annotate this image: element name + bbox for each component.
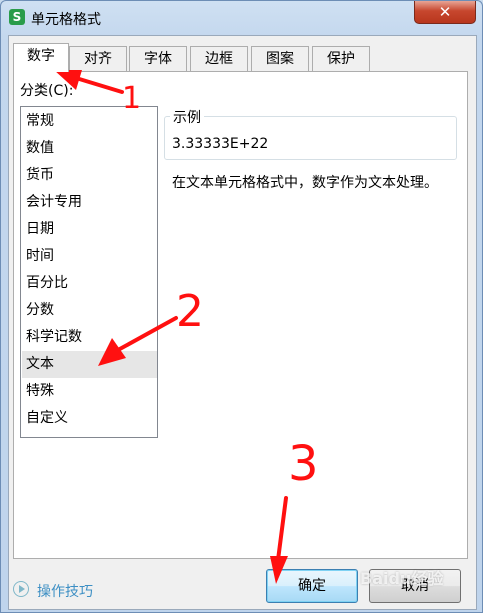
category-item[interactable]: 特殊 <box>22 378 157 405</box>
category-item[interactable]: 时间 <box>22 243 157 270</box>
sample-value: 3.33333E+22 <box>172 136 269 152</box>
category-label: 分类(C): <box>20 83 74 99</box>
title-bar: S 单元格格式 ✕ <box>1 1 482 35</box>
tab-pattern[interactable]: 图案 <box>251 46 309 71</box>
format-cells-dialog: S 单元格格式 ✕ 数字 对齐 字体 边框 图案 保护 分类(C): 常规 数值… <box>0 0 483 613</box>
category-item-selected[interactable]: 文本 <box>22 351 157 378</box>
sample-legend: 示例 <box>170 107 204 127</box>
dialog-title: 单元格格式 <box>31 12 101 28</box>
category-item[interactable]: 数值 <box>22 135 157 162</box>
watermark-logo: Baidu经验 <box>360 569 444 588</box>
category-list[interactable]: 常规 数值 货币 会计专用 日期 时间 百分比 分数 科学记数 文本 特殊 自定… <box>20 106 158 438</box>
tab-number[interactable]: 数字 <box>13 43 69 72</box>
dialog-body: 数字 对齐 字体 边框 图案 保护 分类(C): 常规 数值 货币 会计专用 日… <box>8 35 477 610</box>
tab-border[interactable]: 边框 <box>190 46 248 71</box>
number-tab-panel: 分类(C): 常规 数值 货币 会计专用 日期 时间 百分比 分数 科学记数 文… <box>13 71 468 559</box>
category-item[interactable]: 日期 <box>22 216 157 243</box>
app-icon: S <box>9 9 25 25</box>
category-item[interactable]: 自定义 <box>22 405 157 432</box>
category-item[interactable]: 科学记数 <box>22 324 157 351</box>
category-item[interactable]: 百分比 <box>22 270 157 297</box>
close-button[interactable]: ✕ <box>414 1 476 24</box>
category-item[interactable]: 会计专用 <box>22 189 157 216</box>
tab-alignment[interactable]: 对齐 <box>69 46 127 71</box>
ok-button[interactable]: 确定 <box>266 569 358 603</box>
tab-protection[interactable]: 保护 <box>312 46 370 71</box>
tips-link[interactable]: 操作技巧 <box>37 581 93 601</box>
tab-font[interactable]: 字体 <box>129 46 187 71</box>
format-description: 在文本单元格格式中，数字作为文本处理。 <box>172 175 438 191</box>
play-icon[interactable] <box>13 581 29 597</box>
category-item[interactable]: 常规 <box>22 108 157 135</box>
category-item[interactable]: 货币 <box>22 162 157 189</box>
category-item[interactable]: 分数 <box>22 297 157 324</box>
